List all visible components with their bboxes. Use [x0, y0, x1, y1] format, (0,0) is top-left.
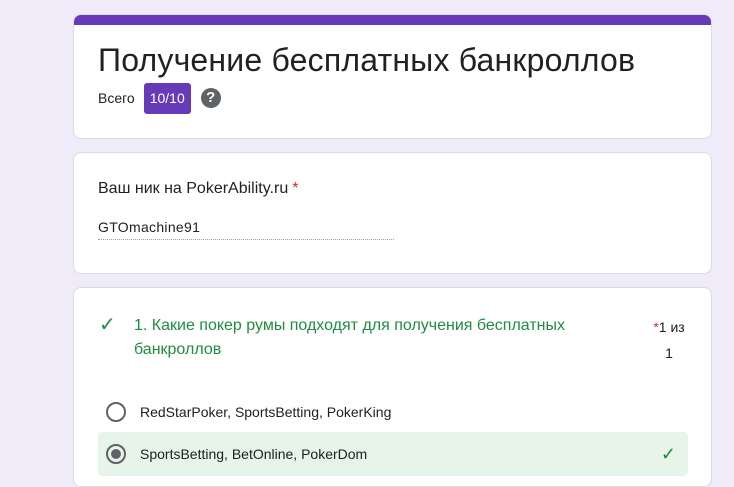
answer-underline: [98, 239, 394, 240]
form-title: Получение бесплатных банкроллов: [98, 42, 636, 78]
score-row: Всего 10/10 ?: [98, 82, 221, 114]
accent-bar: [74, 15, 711, 25]
nick-question-card: Ваш ник на PokerAbility.ru * GTOmachine91: [73, 152, 712, 274]
option-2[interactable]: SportsBetting, BetOnline, PokerDom ✓: [98, 432, 688, 476]
radio-unselected-icon[interactable]: [106, 402, 126, 422]
question-1-title: 1. Какие покер румы подходят для получен…: [134, 317, 565, 358]
radio-selected-icon[interactable]: [106, 444, 126, 464]
option-1-label: RedStarPoker, SportsBetting, PokerKing: [140, 404, 392, 420]
option-1[interactable]: RedStarPoker, SportsBetting, PokerKing: [98, 394, 688, 430]
help-icon[interactable]: ?: [200, 88, 221, 108]
option-2-label: SportsBetting, BetOnline, PokerDom: [140, 446, 368, 462]
form-header-card: Получение бесплатных банкроллов Всего 10…: [73, 14, 712, 139]
score-badge: 10/10: [143, 82, 191, 114]
question-1-card: ✓ 1. Какие покер румы подходят для получ…: [73, 287, 712, 487]
check-icon: ✓: [99, 314, 116, 336]
required-mark: *: [292, 180, 299, 197]
nick-question-label: Ваш ник на PokerAbility.ru *: [98, 180, 298, 198]
correct-check-icon: ✓: [660, 444, 676, 464]
nick-answer: GTOmachine91: [98, 219, 201, 235]
nick-question-text: Ваш ник на PokerAbility.ru: [98, 180, 289, 197]
points-line-1: 1 из: [658, 319, 685, 335]
score-label: Всего: [98, 90, 135, 106]
points-line-2: 1: [665, 345, 673, 361]
points-indicator: *1 из 1: [644, 314, 694, 366]
